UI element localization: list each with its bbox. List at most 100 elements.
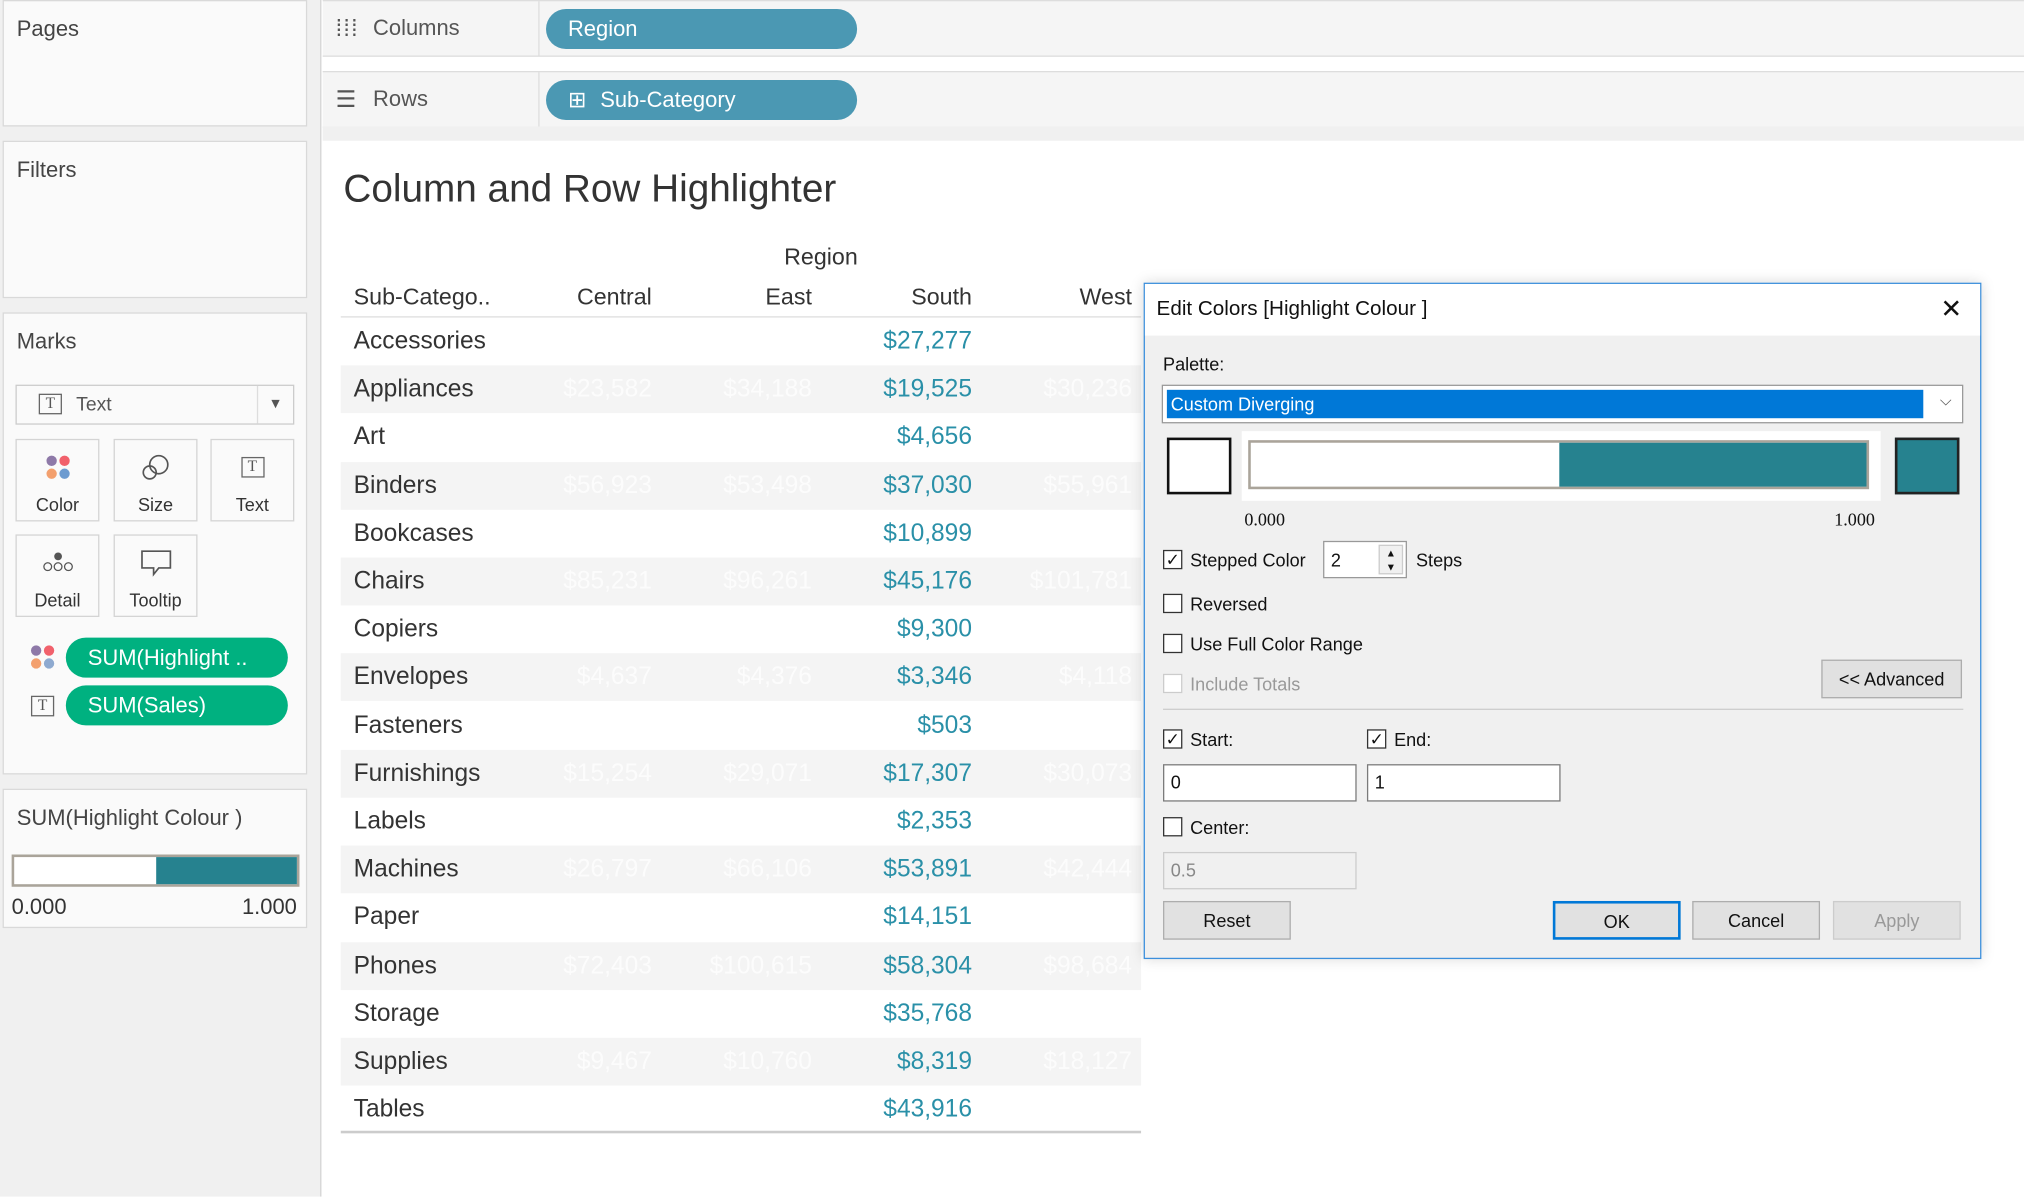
table-row: Accessories $27,277 <box>341 318 1141 366</box>
separator <box>1163 708 1964 710</box>
cell-value: $10,899 <box>883 519 972 548</box>
sub-category-pill[interactable]: ⊞ Sub-Category <box>546 80 858 121</box>
color-legend[interactable]: SUM(Highlight Colour ) 0.000 1.000 <box>2 788 308 929</box>
cell-value: $4,118 <box>1058 663 1133 692</box>
cell-value: $56,923 <box>563 471 652 500</box>
region-pill[interactable]: Region <box>546 9 858 50</box>
ok-button[interactable]: OK <box>1552 900 1681 940</box>
start-input[interactable]: 0 <box>1163 764 1357 802</box>
cell-value: $2,353 <box>896 808 972 836</box>
stepper-arrows-icon[interactable]: ▲ ▼ <box>1378 544 1404 575</box>
cell-value: $45,176 <box>883 567 972 596</box>
table-row: Bookcases $10,899 <box>341 510 1141 558</box>
end-input[interactable]: 1 <box>1366 764 1561 802</box>
cell-value: $9,300 <box>896 615 972 644</box>
cell-value: $101,781 <box>1029 567 1133 596</box>
color-button[interactable]: Color <box>15 438 100 522</box>
sub-category-pill-label: Sub-Category <box>600 87 736 113</box>
filters-title: Filters <box>16 157 77 183</box>
start-color-swatch[interactable] <box>1166 437 1232 495</box>
end-checkbox[interactable]: ✓ <box>1366 729 1387 749</box>
chevron-down-icon[interactable]: ▼ <box>256 385 293 424</box>
advanced-button[interactable]: << Advanced <box>1821 659 1963 699</box>
sub-category-header[interactable]: Sub-Catego.. <box>354 284 491 311</box>
mark-type-dropdown[interactable]: T Text ▼ <box>15 384 295 425</box>
pages-title: Pages <box>16 16 80 42</box>
row-label: Fasteners <box>353 711 463 740</box>
cell-value: $503 <box>917 711 972 740</box>
column-header-west[interactable]: West <box>977 284 1133 311</box>
columns-shelf[interactable]: ⁞⁞⁞ Columns Region <box>322 0 2024 57</box>
detail-button[interactable]: Detail <box>15 534 100 618</box>
cell-value: $10,760 <box>723 1048 812 1076</box>
table-row: Appliances $23,582 $34,188 $19,525 $30,236 <box>340 365 1142 414</box>
stepped-color-checkbox[interactable]: ✓ <box>1163 549 1183 570</box>
palette-select[interactable]: Custom Diverging ⌵ <box>1161 384 1964 424</box>
column-header-east[interactable]: East <box>657 284 812 311</box>
highlight-pill[interactable]: SUM(Highlight .. <box>65 637 288 678</box>
cell-value: $29,071 <box>723 760 812 788</box>
table-row: Labels $2,353 <box>341 798 1141 846</box>
cell-value: $26,797 <box>563 856 652 884</box>
table-row: Storage $35,768 <box>341 990 1141 1038</box>
column-header-central[interactable]: Central <box>497 284 652 311</box>
cell-value: $30,073 <box>1043 760 1133 788</box>
close-icon[interactable]: ✕ <box>1940 284 1962 336</box>
color-label: Color <box>35 494 80 516</box>
chevron-down-icon: ⌵ <box>1939 391 1952 410</box>
reset-button[interactable]: Reset <box>1163 900 1291 940</box>
columns-icon: ⁞⁞⁞ <box>335 15 359 42</box>
columns-label: Columns <box>373 15 460 41</box>
tooltip-label: Tooltip <box>129 589 182 611</box>
end-color-swatch[interactable] <box>1894 437 1960 495</box>
dialog-title: Edit Colors [Highlight Colour ] <box>1156 298 1428 321</box>
filters-card[interactable]: Filters <box>2 140 308 299</box>
cell-value: $66,106 <box>723 856 812 884</box>
steps-stepper[interactable]: 2 ▲ ▼ <box>1323 540 1407 579</box>
marks-card: Marks T Text ▼ Color Size T Text Detail … <box>2 312 308 775</box>
left-panel: Pages Filters Marks T Text ▼ Color Size … <box>0 0 322 1197</box>
column-header-south[interactable]: South <box>817 284 972 311</box>
steps-value: 2 <box>1330 549 1341 571</box>
row-label: Labels <box>353 808 426 836</box>
tooltip-button[interactable]: Tooltip <box>113 534 198 618</box>
color-ramp <box>1248 440 1870 490</box>
center-input: 0.5 <box>1163 851 1357 890</box>
legend-ramp <box>11 854 300 887</box>
table-row: Paper $14,151 <box>341 894 1141 942</box>
text-icon: T <box>30 695 55 717</box>
viz-title: Column and Row Highlighter <box>343 167 837 211</box>
cell-value: $27,277 <box>883 327 972 355</box>
marks-title: Marks <box>16 329 77 354</box>
pages-card[interactable]: Pages <box>2 0 308 127</box>
cell-value: $85,231 <box>563 567 652 596</box>
center-checkbox[interactable] <box>1163 817 1183 837</box>
cell-value: $30,236 <box>1043 375 1133 403</box>
cell-value: $4,656 <box>896 423 972 451</box>
cell-value: $23,582 <box>563 375 652 403</box>
cell-value: $15,254 <box>563 760 652 788</box>
cancel-button[interactable]: Cancel <box>1692 900 1821 940</box>
full-range-checkbox[interactable] <box>1163 633 1183 654</box>
size-label: Size <box>137 494 174 516</box>
row-label: Copiers <box>353 615 439 644</box>
row-label: Phones <box>353 952 437 980</box>
start-checkbox[interactable]: ✓ <box>1163 729 1183 749</box>
sales-pill[interactable]: SUM(Sales) <box>65 685 288 726</box>
reversed-checkbox[interactable] <box>1163 593 1183 614</box>
table-row: Binders $56,923 $53,498 $37,030 $55,961 <box>340 461 1142 510</box>
cell-value: $96,261 <box>723 567 812 596</box>
cell-value: $98,684 <box>1043 952 1133 980</box>
rows-shelf[interactable]: ☰ Rows ⊞ Sub-Category <box>322 70 2024 128</box>
tableau-workspace: Pages Filters Marks T Text ▼ Color Size … <box>0 0 2024 1197</box>
row-label: Bookcases <box>353 519 474 548</box>
cell-value: $100,615 <box>709 952 812 980</box>
cell-value: $42,444 <box>1043 856 1133 884</box>
size-icon <box>141 454 168 480</box>
text-button[interactable]: T Text <box>210 438 295 522</box>
size-button[interactable]: Size <box>113 438 198 522</box>
row-label: Storage <box>353 1000 440 1028</box>
mark-type-label: Text <box>76 393 112 416</box>
cell-value: $72,403 <box>563 952 652 980</box>
apply-button: Apply <box>1832 900 1961 940</box>
